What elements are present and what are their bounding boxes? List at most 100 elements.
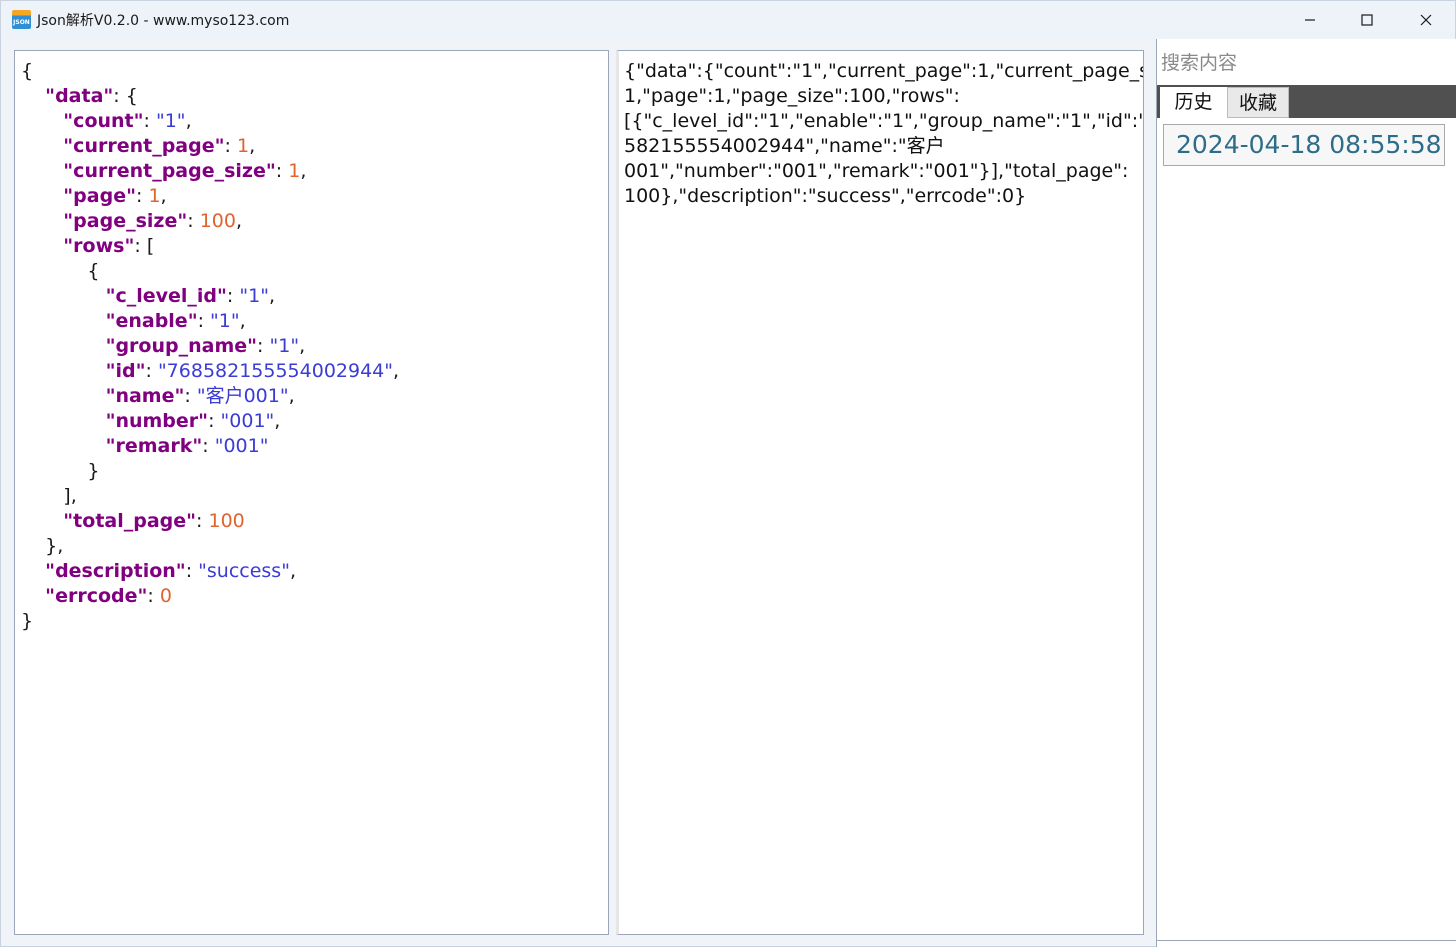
raw-json-text[interactable]: {"data":{"count":"1","current_page":1,"c… xyxy=(624,59,1143,209)
json-key: "page" xyxy=(63,185,136,207)
json-punctuation: , xyxy=(300,160,307,182)
json-punctuation: : xyxy=(196,510,209,532)
json-line: ], xyxy=(21,484,399,509)
json-key: "number" xyxy=(105,410,209,432)
json-string-value: "1" xyxy=(155,110,186,132)
json-line: "count": "1", xyxy=(21,109,399,134)
maximize-button[interactable] xyxy=(1338,1,1396,39)
json-key: "errcode" xyxy=(45,585,148,607)
json-key: "current_page" xyxy=(63,135,225,157)
json-punctuation: : { xyxy=(113,85,138,107)
json-punctuation: } xyxy=(21,610,34,632)
json-key: "id" xyxy=(105,360,146,382)
json-key: "enable" xyxy=(105,310,198,332)
json-line: "errcode": 0 xyxy=(21,584,399,609)
search-input[interactable] xyxy=(1157,41,1454,85)
json-line: "page_size": 100, xyxy=(21,209,399,234)
json-punctuation xyxy=(21,410,106,432)
json-key: "page_size" xyxy=(63,210,188,232)
json-punctuation xyxy=(21,185,63,207)
sidebar: 历史 收藏 2024-04-18 08:55:58 xyxy=(1156,39,1456,947)
json-number-value: 100 xyxy=(208,510,245,532)
json-punctuation xyxy=(21,110,63,132)
json-punctuation xyxy=(21,235,63,257)
json-punctuation: , xyxy=(239,310,246,332)
json-punctuation: : xyxy=(197,310,211,332)
json-punctuation: , xyxy=(185,110,192,132)
tab-history[interactable]: 历史 xyxy=(1160,87,1227,118)
json-punctuation xyxy=(21,310,106,332)
minimize-button[interactable] xyxy=(1281,1,1339,39)
json-number-value: 1 xyxy=(148,185,161,207)
formatted-json-panel[interactable]: { "data": { "count": "1", "current_page"… xyxy=(14,50,609,935)
json-number-value: 1 xyxy=(288,160,301,182)
json-string-value: "001" xyxy=(220,410,275,432)
json-line: "rows": [ xyxy=(21,234,399,259)
json-line: { xyxy=(21,259,399,284)
json-punctuation: , xyxy=(393,360,400,382)
json-number-value: 1 xyxy=(236,135,250,157)
json-line: "description": "success", xyxy=(21,559,399,584)
json-punctuation: , xyxy=(268,285,275,307)
json-string-value: "客户001" xyxy=(196,385,289,407)
json-punctuation xyxy=(21,385,106,407)
json-string-value: "1" xyxy=(269,335,300,357)
json-punctuation xyxy=(21,435,106,457)
json-line: "data": { xyxy=(21,84,399,109)
history-list: 2024-04-18 08:55:58 xyxy=(1163,124,1445,166)
formatted-json-view[interactable]: { "data": { "count": "1", "current_page"… xyxy=(21,59,399,634)
json-line: "group_name": "1", xyxy=(21,334,399,359)
json-key: "current_page_size" xyxy=(63,160,276,182)
json-punctuation: , xyxy=(249,135,256,157)
json-number-value: 0 xyxy=(159,585,172,607)
json-line: }, xyxy=(21,534,399,559)
close-button[interactable] xyxy=(1397,1,1455,39)
json-punctuation xyxy=(21,285,106,307)
json-punctuation: : xyxy=(147,585,160,607)
json-app-icon: JSON xyxy=(12,10,31,29)
tab-favorites[interactable]: 收藏 xyxy=(1227,87,1289,118)
json-punctuation: , xyxy=(288,385,295,407)
app-window: JSON Json解析V0.2.0 - www.myso123.com {"d… xyxy=(0,0,1456,947)
json-key: "description" xyxy=(45,560,186,582)
json-string-value: "001" xyxy=(214,435,269,457)
json-punctuation: { xyxy=(21,260,100,282)
json-punctuation: : xyxy=(257,335,270,357)
json-punctuation xyxy=(21,560,45,582)
json-punctuation: : xyxy=(136,185,149,207)
minimize-icon xyxy=(1305,19,1315,21)
json-punctuation: { xyxy=(21,60,34,82)
json-string-value: "1" xyxy=(210,310,240,332)
title-bar[interactable]: JSON Json解析V0.2.0 - www.myso123.com xyxy=(1,1,1455,39)
history-item[interactable]: 2024-04-18 08:55:58 xyxy=(1163,124,1445,166)
json-punctuation: : xyxy=(208,410,221,432)
sidebar-divider xyxy=(1157,940,1456,941)
json-number-value: 100 xyxy=(199,210,236,232)
json-punctuation: : xyxy=(143,110,156,132)
json-line: "id": "768582155554002944", xyxy=(21,359,400,384)
json-key: "total_page" xyxy=(63,510,197,532)
json-punctuation: : xyxy=(145,360,158,382)
json-key: "count" xyxy=(63,110,144,132)
json-punctuation xyxy=(21,135,63,157)
json-punctuation: } xyxy=(21,460,100,482)
json-punctuation: : xyxy=(226,285,240,307)
json-punctuation xyxy=(21,360,106,382)
json-punctuation xyxy=(21,585,45,607)
json-punctuation: : xyxy=(185,560,199,582)
sidebar-tabbar: 历史 收藏 xyxy=(1157,85,1456,118)
json-key: "c_level_id" xyxy=(105,285,227,307)
maximize-icon xyxy=(1361,14,1373,26)
json-string-value: "768582155554002944" xyxy=(157,360,394,382)
window-title: Json解析V0.2.0 - www.myso123.com xyxy=(37,13,290,29)
json-line: "enable": "1", xyxy=(21,309,399,334)
json-punctuation: , xyxy=(289,560,296,582)
json-line: "page": 1, xyxy=(21,184,399,209)
json-punctuation: : xyxy=(275,160,289,182)
json-key: "group_name" xyxy=(105,335,258,357)
json-line: "remark": "001" xyxy=(21,434,399,459)
json-punctuation: , xyxy=(160,185,167,207)
raw-json-panel[interactable]: {"data":{"count":"1","current_page":1,"c… xyxy=(616,50,1144,935)
json-line: } xyxy=(21,609,399,634)
json-punctuation: : [ xyxy=(134,235,155,257)
